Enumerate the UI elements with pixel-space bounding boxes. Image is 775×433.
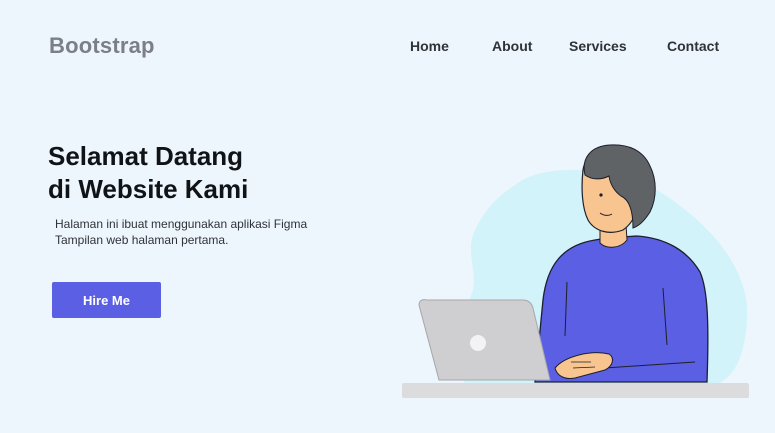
hero-desc-line2: Tampilan web halaman pertama. — [55, 233, 229, 247]
person-laptop-illustration — [402, 144, 749, 398]
nav-services[interactable]: Services — [569, 38, 627, 54]
shirt — [534, 235, 709, 383]
main-nav: Home About Services Contact — [0, 38, 775, 58]
nav-about[interactable]: About — [492, 38, 532, 54]
hero-title-line1: Selamat Datang — [48, 141, 244, 171]
hero-description: Halaman ini ibuat menggunakan aplikasi F… — [55, 216, 307, 248]
eye — [599, 193, 603, 197]
hire-me-button[interactable]: Hire Me — [52, 282, 161, 318]
laptop-logo — [470, 335, 486, 351]
nav-home[interactable]: Home — [410, 38, 449, 54]
hero-title: Selamat Datang di Website Kami — [48, 140, 248, 206]
hero-title-line2: di Website Kami — [48, 174, 249, 204]
hero-desc-line1: Halaman ini ibuat menggunakan aplikasi F… — [55, 217, 308, 231]
desk — [402, 383, 749, 398]
nav-contact[interactable]: Contact — [667, 38, 719, 54]
